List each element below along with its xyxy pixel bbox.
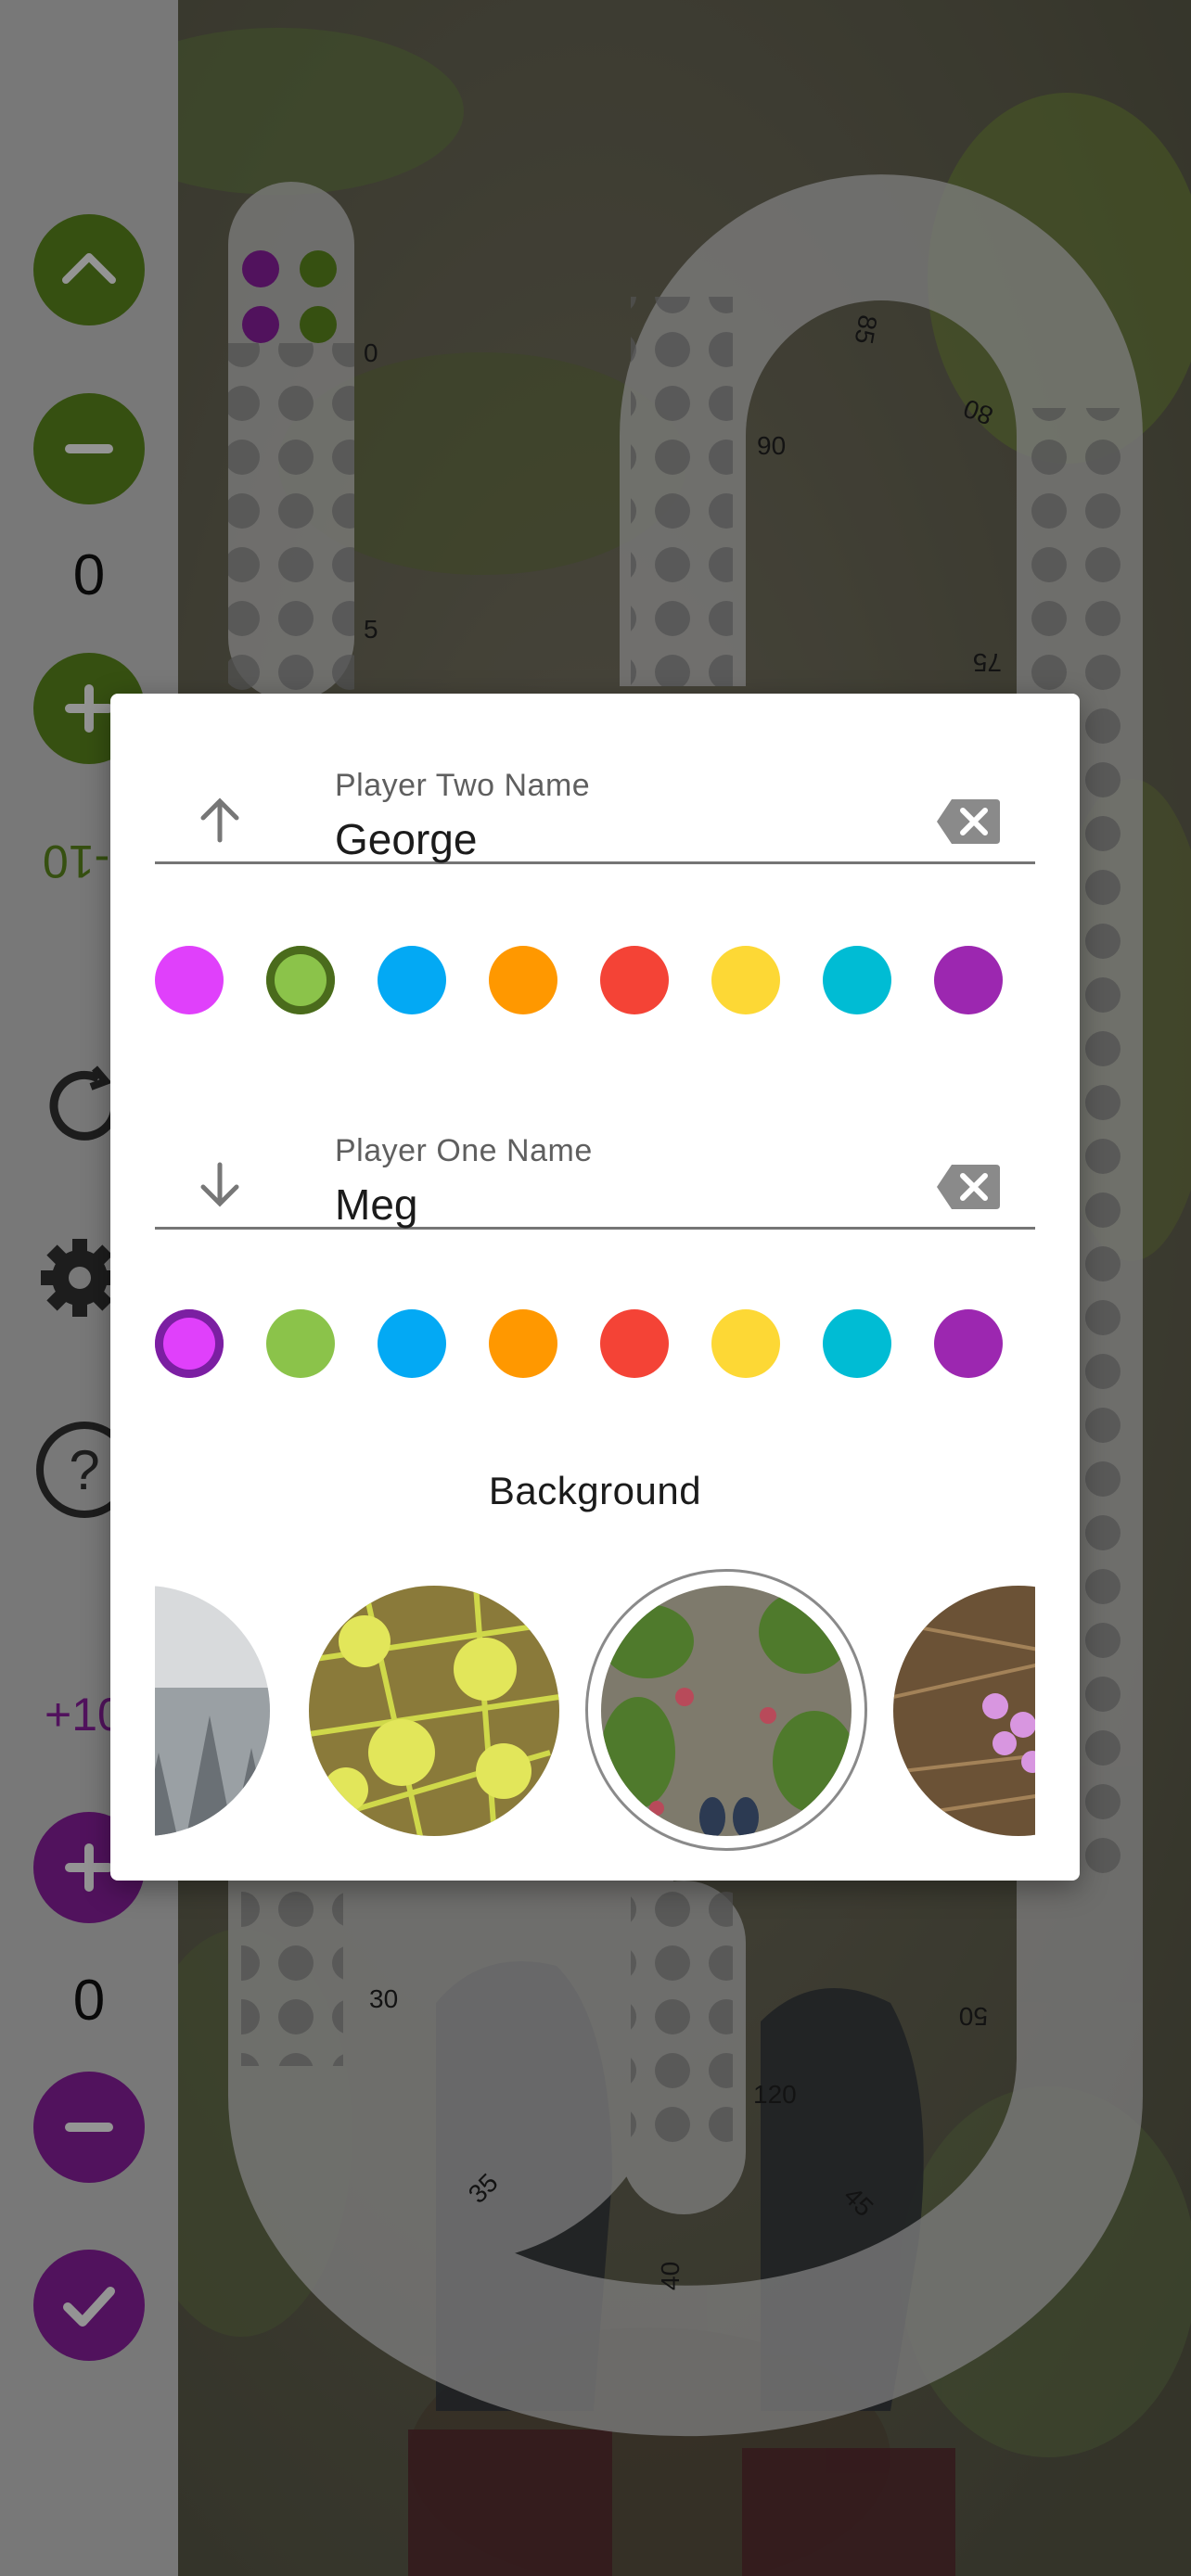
color-swatch-green-selected[interactable] [266, 946, 335, 1014]
background-carousel[interactable] [155, 1556, 1035, 1862]
player-two-name-input[interactable]: George [335, 814, 477, 864]
color-swatch-magenta-selected[interactable] [155, 1309, 224, 1378]
color-swatch-green[interactable] [266, 1309, 335, 1378]
color-swatch-yellow[interactable] [711, 946, 780, 1014]
player-two-name-field[interactable]: Player Two Name George [155, 694, 1035, 864]
background-thumb-larch-branches[interactable] [309, 1586, 559, 1836]
color-swatch-yellow[interactable] [711, 1309, 780, 1378]
player-one-name-input[interactable]: Meg [335, 1180, 417, 1230]
color-swatch-blue[interactable] [378, 1309, 446, 1378]
background-thumb-pink-flowers[interactable] [893, 1586, 1035, 1836]
background-thumb-forest-floor-selected[interactable] [601, 1586, 852, 1836]
player-settings-dialog: Player Two Name George Player One Name M… [110, 694, 1080, 1881]
color-swatch-magenta[interactable] [155, 946, 224, 1014]
background-section-title: Background [488, 1469, 702, 1512]
player-one-name-field[interactable]: Player One Name Meg [155, 1059, 1035, 1230]
color-swatch-orange[interactable] [489, 946, 557, 1014]
arrow-up-icon [200, 797, 239, 843]
color-swatch-red[interactable] [600, 1309, 669, 1378]
player-two-name-label: Player Two Name [335, 768, 591, 803]
player-two-color-picker [155, 946, 1035, 1020]
backspace-clear-icon[interactable] [935, 1161, 1002, 1213]
arrow-down-icon [200, 1162, 239, 1207]
color-swatch-purple[interactable] [934, 1309, 1003, 1378]
background-thumb-snowy-forest[interactable] [155, 1586, 270, 1836]
color-swatch-orange[interactable] [489, 1309, 557, 1378]
color-swatch-cyan[interactable] [823, 1309, 891, 1378]
color-swatch-red[interactable] [600, 946, 669, 1014]
color-swatch-purple[interactable] [934, 946, 1003, 1014]
player-one-color-picker [155, 1309, 1035, 1384]
color-swatch-cyan[interactable] [823, 946, 891, 1014]
backspace-clear-icon[interactable] [935, 796, 1002, 848]
color-swatch-blue[interactable] [378, 946, 446, 1014]
player-one-name-label: Player One Name [335, 1133, 593, 1168]
